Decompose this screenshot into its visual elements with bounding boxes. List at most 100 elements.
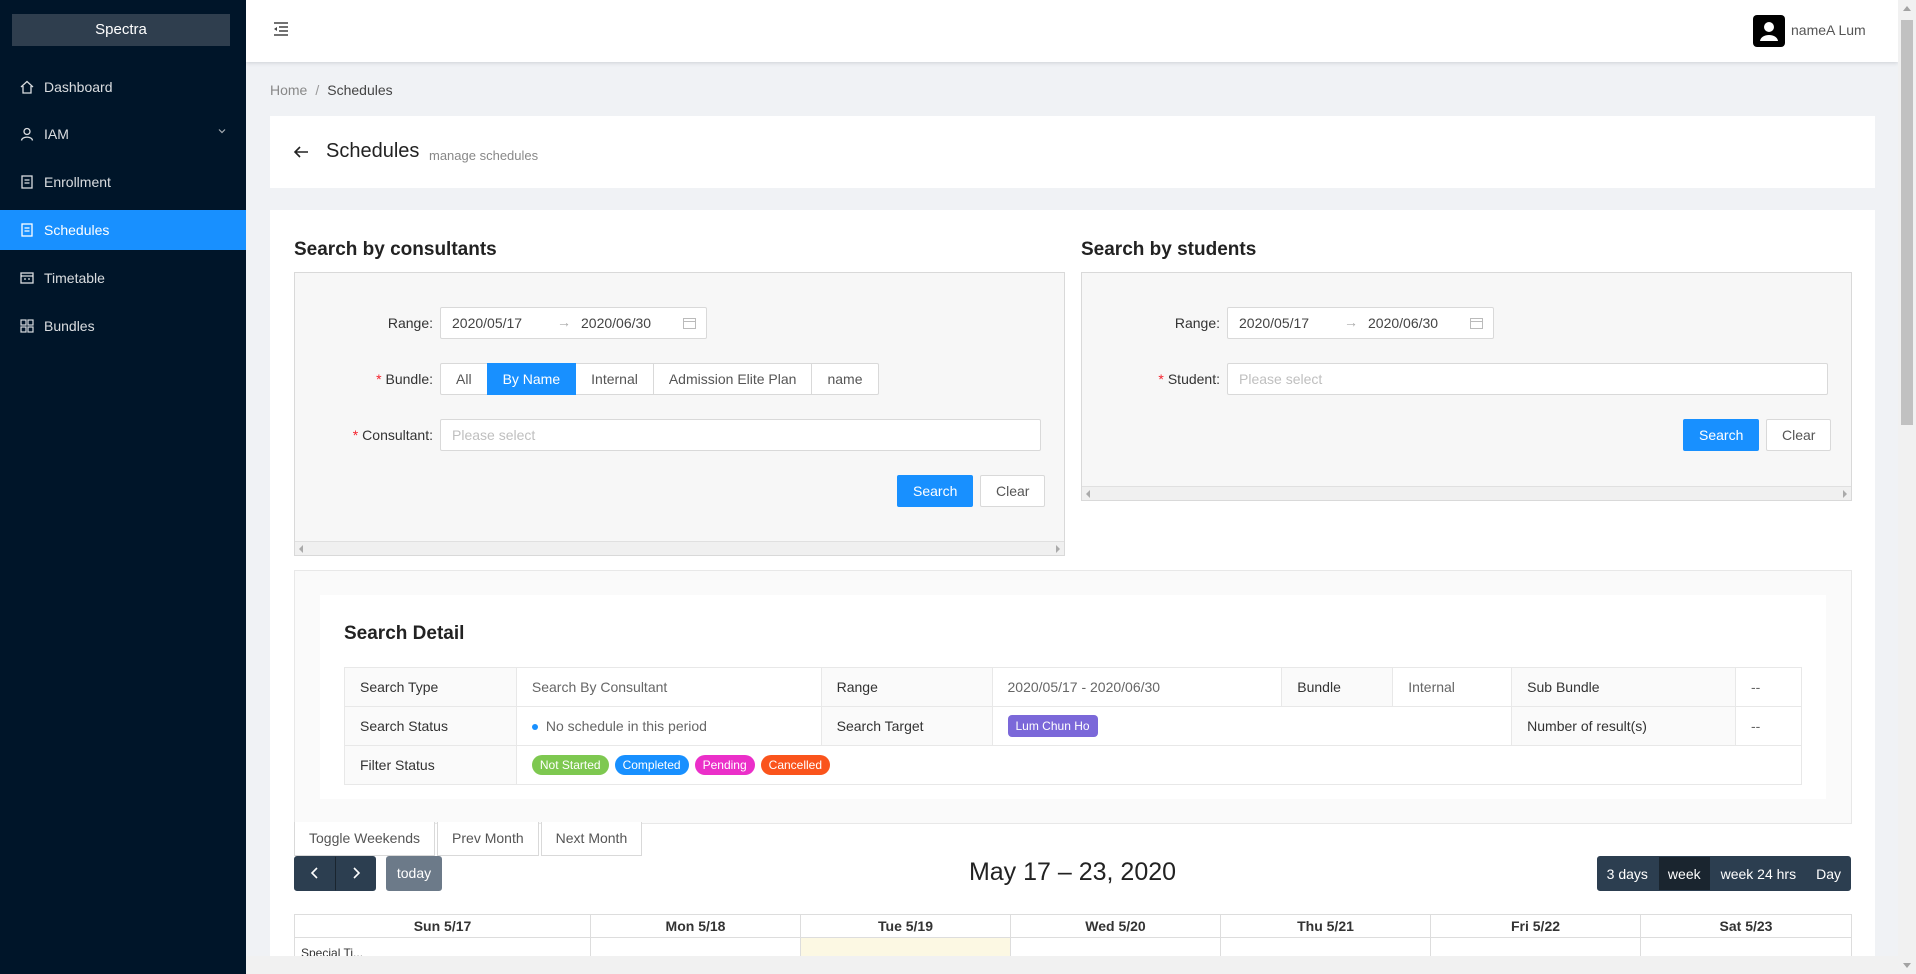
- results-count-label: Number of result(s): [1511, 706, 1736, 746]
- next-month-button[interactable]: Next Month: [540, 822, 643, 856]
- view-week-button[interactable]: week: [1657, 856, 1711, 891]
- search-target-value: Lum Chun Ho: [991, 706, 1513, 746]
- calendar-cell-today[interactable]: [800, 938, 1010, 956]
- arrow-left-icon[interactable]: [292, 143, 310, 161]
- sidebar-item-label: Enrollment: [44, 174, 111, 190]
- sidebar-item-schedules[interactable]: Schedules: [0, 210, 246, 250]
- range-end[interactable]: 2020/06/30: [581, 315, 651, 331]
- range-end[interactable]: 2020/06/30: [1368, 315, 1438, 331]
- search-detail-section: Search Detail Search Type Search By Cons…: [294, 570, 1852, 824]
- avatar[interactable]: [1753, 15, 1785, 47]
- horizontal-scrollbar[interactable]: [295, 541, 1064, 555]
- bundle-label: Bundle: [1281, 667, 1394, 707]
- username[interactable]: nameA Lum: [1791, 22, 1866, 38]
- search-status-value: No schedule in this period: [515, 706, 822, 746]
- consultant-range-picker[interactable]: 2020/05/17 → 2020/06/30: [440, 307, 707, 339]
- day-header-wed: Wed 5/20: [1010, 915, 1220, 937]
- consultants-section-title: Search by consultants: [294, 239, 497, 260]
- user-icon: [20, 127, 34, 141]
- app-logo[interactable]: Spectra: [12, 14, 230, 46]
- bundle-value: Internal: [1392, 667, 1513, 707]
- sub-bundle-label: Sub Bundle: [1511, 667, 1736, 707]
- day-header-tue: Tue 5/19: [800, 915, 1010, 937]
- sidebar-item-bundles[interactable]: Bundles: [0, 306, 246, 346]
- sidebar-item-label: Dashboard: [44, 79, 113, 95]
- student-clear-button[interactable]: Clear: [1766, 419, 1832, 451]
- view-week-24-hrs-button[interactable]: week 24 hrs: [1710, 856, 1807, 891]
- search-target-label: Search Target: [820, 706, 993, 746]
- sidebar-item-timetable[interactable]: Timetable: [0, 258, 246, 298]
- sidebar-item-label: Timetable: [44, 270, 105, 286]
- toggle-weekends-button[interactable]: Toggle Weekends: [294, 822, 436, 856]
- consultant-label: * Consultant:: [352, 427, 433, 443]
- day-header-mon: Mon 5/18: [590, 915, 800, 937]
- breadcrumb-current: Schedules: [327, 82, 393, 98]
- file-icon: [21, 223, 33, 237]
- sidebar-item-iam[interactable]: IAM: [0, 114, 246, 154]
- bundle-option-name[interactable]: name: [811, 363, 879, 395]
- search-type-value: Search By Consultant: [515, 667, 822, 707]
- calendar-cell[interactable]: [590, 938, 800, 956]
- file-icon: [21, 175, 33, 189]
- view-3-days-button[interactable]: 3 days: [1596, 856, 1658, 891]
- filter-status-value: Not Started Completed Pending Cancelled: [515, 745, 1803, 785]
- filter-cancelled-badge[interactable]: Cancelled: [760, 755, 831, 775]
- horizontal-scrollbar[interactable]: [1082, 486, 1851, 500]
- filter-completed-badge[interactable]: Completed: [614, 755, 689, 775]
- top-header: nameA Lum: [246, 0, 1898, 62]
- calendar-icon: [683, 318, 696, 329]
- students-search-panel: Range: 2020/05/17 → 2020/06/30 * Student:…: [1081, 272, 1852, 501]
- prev-month-button[interactable]: Prev Month: [437, 822, 539, 856]
- filter-not-started-badge[interactable]: Not Started: [531, 755, 609, 775]
- consultant-select[interactable]: Please select: [440, 419, 1041, 451]
- range-arrow: →: [557, 314, 571, 330]
- range-start[interactable]: 2020/05/17: [1239, 315, 1309, 331]
- bundle-option-by-name[interactable]: By Name: [486, 363, 577, 395]
- breadcrumb: Home / Schedules: [270, 82, 393, 98]
- range-value: 2020/05/17 - 2020/06/30: [991, 667, 1283, 707]
- student-search-button[interactable]: Search: [1683, 419, 1760, 451]
- horizontal-scrollbar[interactable]: [246, 956, 1898, 974]
- bundle-option-admission-elite-plan[interactable]: Admission Elite Plan: [652, 363, 813, 395]
- view-day-button[interactable]: Day: [1806, 856, 1851, 891]
- calendar-cell[interactable]: Special Ti...: [294, 938, 590, 960]
- bundle-label: * Bundle:: [376, 371, 433, 387]
- range-label: Range:: [1174, 315, 1220, 331]
- bundle-radio-group: All By Name Internal Admission Elite Pla…: [440, 363, 879, 395]
- consultant-clear-button[interactable]: Clear: [980, 475, 1046, 507]
- scrollbar-thumb[interactable]: [1901, 20, 1913, 425]
- chevron-down-icon: [218, 129, 226, 134]
- range-start[interactable]: 2020/05/17: [452, 315, 522, 331]
- breadcrumb-home[interactable]: Home: [270, 82, 307, 98]
- calendar-cell[interactable]: [1430, 938, 1640, 956]
- student-label: * Student:: [1158, 371, 1220, 387]
- page-title: Schedules: [326, 140, 420, 162]
- sidebar-item-enrollment[interactable]: Enrollment: [0, 162, 246, 202]
- calendar-body: Special Ti...: [294, 938, 1852, 960]
- user-icon: [1760, 22, 1778, 41]
- target-tag: Lum Chun Ho: [1007, 715, 1098, 737]
- apps-icon: [20, 319, 34, 333]
- filter-pending-badge[interactable]: Pending: [694, 755, 755, 775]
- consultants-search-panel: Range: 2020/05/17 → 2020/06/30 * Bundle: …: [294, 272, 1065, 556]
- bundle-option-all[interactable]: All: [440, 363, 488, 395]
- day-header-sun: Sun 5/17: [294, 915, 590, 937]
- student-select[interactable]: Please select: [1227, 363, 1828, 395]
- consultant-search-button[interactable]: Search: [897, 475, 974, 507]
- calendar-view-switcher: 3 days week week 24 hrs Day: [1596, 856, 1851, 891]
- day-header-thu: Thu 5/21: [1220, 915, 1430, 937]
- calendar-cell[interactable]: [1220, 938, 1430, 956]
- filter-status-label: Filter Status: [344, 745, 517, 785]
- vertical-scrollbar[interactable]: [1898, 0, 1916, 974]
- home-icon: [20, 80, 34, 94]
- sidebar-item-dashboard[interactable]: Dashboard: [0, 67, 246, 107]
- range-label: Range: [820, 667, 993, 707]
- main-content: Search by consultants Range: 2020/05/17 …: [270, 210, 1875, 960]
- student-range-picker[interactable]: 2020/05/17 → 2020/06/30: [1227, 307, 1494, 339]
- search-detail-card: Search Detail Search Type Search By Cons…: [320, 595, 1826, 799]
- calendar-icon: [1470, 318, 1483, 329]
- calendar-cell[interactable]: [1010, 938, 1220, 956]
- menu-fold-icon[interactable]: [272, 20, 290, 38]
- calendar-cell[interactable]: [1640, 938, 1852, 956]
- bundle-option-internal[interactable]: Internal: [575, 363, 654, 395]
